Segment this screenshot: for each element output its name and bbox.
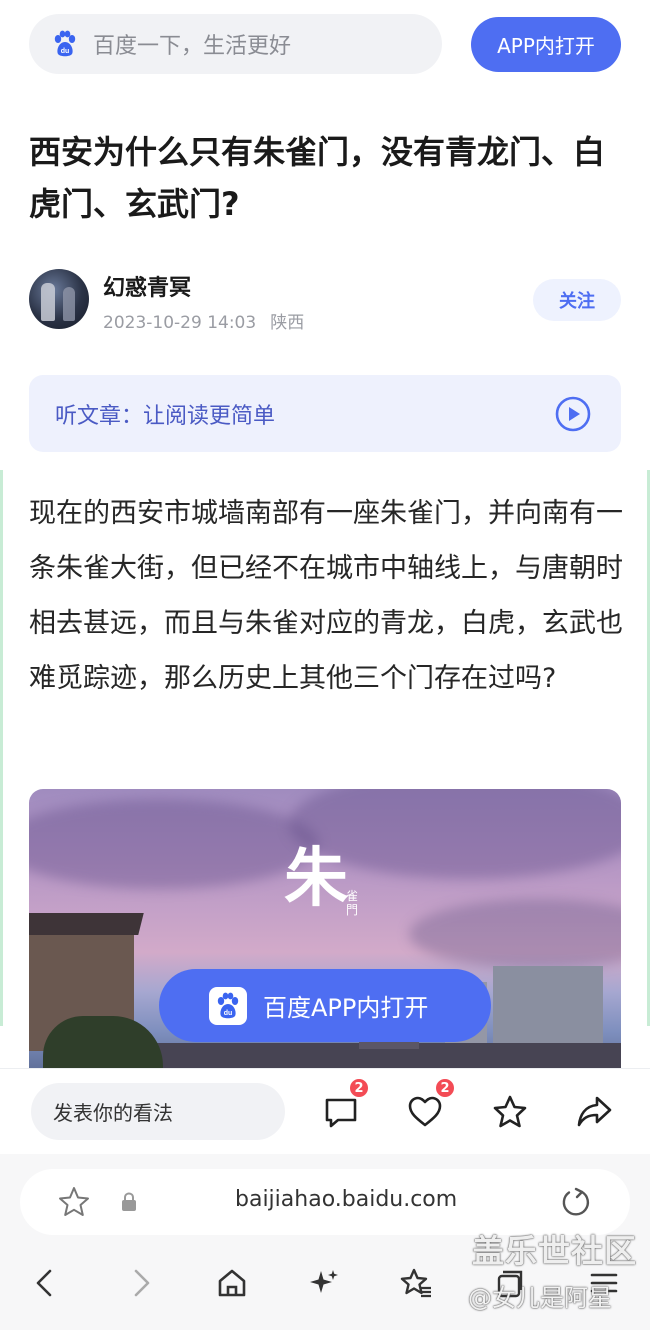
zhuque-gate-emblem: 朱 雀門 (284, 847, 394, 937)
share-icon[interactable] (575, 1093, 613, 1131)
open-baidu-app-label: 百度APP内打开 (263, 994, 429, 1022)
listen-label: 听文章：让阅读更简单 (55, 403, 276, 429)
watermark-user: @女儿是阿星 (468, 1284, 612, 1312)
svg-text:du: du (224, 1010, 233, 1017)
open-baidu-app-button[interactable]: du 百度APP内打开 (159, 969, 491, 1042)
bookmarks-icon[interactable] (399, 1266, 433, 1300)
bookmark-star-icon[interactable] (57, 1185, 91, 1219)
publish-location: 陕西 (270, 313, 305, 333)
emblem-character: 朱 (284, 841, 348, 916)
edge-marker-left (0, 470, 3, 1026)
comment-input[interactable]: 发表你的看法 (31, 1083, 285, 1140)
comment-toolbar: 发表你的看法 2 2 (0, 1068, 650, 1154)
listen-article-bar[interactable]: 听文章：让阅读更简单 (29, 375, 621, 452)
publish-meta: 2023-10-29 14:03 陕西 (103, 308, 304, 333)
like-icon[interactable] (406, 1093, 444, 1131)
article-title: 西安为什么只有朱雀门，没有青龙门、白虎门、玄武门? (29, 133, 606, 223)
publish-date: 2023-10-29 14:03 (103, 313, 257, 333)
url-text: baijiahao.baidu.com (235, 1187, 458, 1212)
watermark-community: 盖乐世社区 (472, 1232, 638, 1270)
image-cloud (29, 799, 319, 889)
baidu-paw-icon: du (54, 30, 76, 57)
search-placeholder: 百度一下，生活更好 (93, 34, 292, 59)
play-icon[interactable] (555, 396, 591, 432)
follow-button[interactable]: 关注 (533, 279, 621, 321)
emblem-caption: 雀門 (346, 889, 359, 917)
baidu-app-icon: du (209, 986, 247, 1025)
article-body: 现在的西安市城墙南部有一座朱雀门，并向南有一条朱雀大街，但已经不在城市中轴线上，… (29, 498, 623, 694)
back-icon[interactable] (28, 1266, 62, 1300)
image-trees (43, 1016, 163, 1071)
like-count-badge: 2 (434, 1077, 456, 1099)
comment-icon[interactable] (322, 1093, 360, 1131)
reload-icon[interactable] (560, 1186, 592, 1218)
home-icon[interactable] (215, 1266, 249, 1300)
svg-text:du: du (61, 48, 70, 55)
author-name[interactable]: 幻惑青冥 (103, 270, 191, 302)
image-cloud (409, 899, 621, 969)
image-building-right (445, 966, 603, 1046)
sparkle-icon[interactable] (307, 1266, 341, 1300)
open-in-app-button[interactable]: APP内打开 (471, 17, 621, 72)
lock-icon (122, 1192, 136, 1211)
star-icon[interactable] (491, 1093, 529, 1131)
author-avatar[interactable] (29, 269, 89, 329)
forward-icon[interactable] (124, 1266, 158, 1300)
comment-count-badge: 2 (348, 1077, 370, 1099)
search-bar[interactable]: du 百度一下，生活更好 (29, 14, 442, 74)
article-image[interactable]: 朱 雀門 du 百度APP内打开 (29, 789, 621, 1071)
